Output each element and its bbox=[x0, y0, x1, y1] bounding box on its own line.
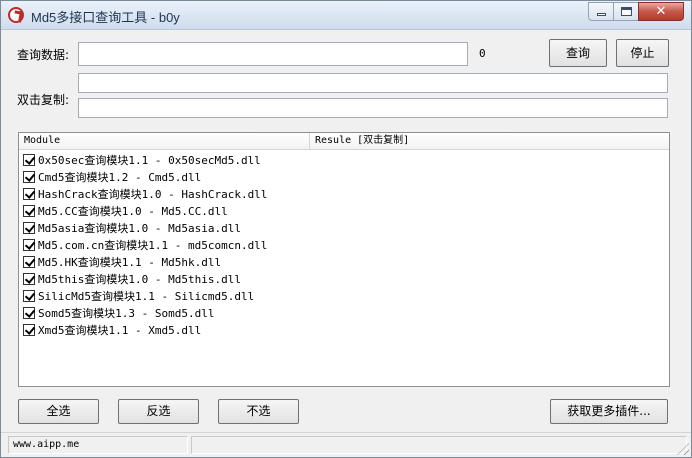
column-header-module[interactable]: Module bbox=[19, 133, 310, 150]
select-none-button[interactable]: 不选 bbox=[218, 399, 299, 424]
list-item-label: SilicMd5查询模块1.1 - Silicmd5.dll bbox=[38, 289, 255, 303]
checkbox-checked-icon[interactable] bbox=[23, 221, 35, 234]
checkbox-checked-icon[interactable] bbox=[23, 272, 35, 285]
status-bar: www.aipp.me bbox=[1, 432, 691, 457]
query-field[interactable] bbox=[78, 42, 468, 66]
list-item-label: Xmd5查询模块1.1 - Xmd5.dll bbox=[38, 323, 202, 337]
invert-selection-button[interactable]: 反选 bbox=[118, 399, 199, 424]
list-item-label: Cmd5查询模块1.2 - Cmd5.dll bbox=[38, 170, 202, 184]
title-bar[interactable]: Md5多接口查询工具 - b0y ✕ bbox=[1, 1, 691, 30]
list-item-label: 0x50sec查询模块1.1 - 0x50secMd5.dll bbox=[38, 153, 261, 167]
list-item[interactable]: SilicMd5查询模块1.1 - Silicmd5.dll bbox=[23, 287, 663, 304]
main-window: Md5多接口查询工具 - b0y ✕ 查询数据: 0 查询 停止 双击复制: M… bbox=[0, 0, 692, 458]
list-item-label: Md5.CC查询模块1.0 - Md5.CC.dll bbox=[38, 204, 228, 218]
checkbox-checked-icon[interactable] bbox=[23, 323, 35, 336]
copy-field-2[interactable] bbox=[78, 98, 668, 118]
list-item-label: Md5this查询模块1.0 - Md5this.dll bbox=[38, 272, 241, 286]
query-label: 查询数据: bbox=[17, 48, 70, 62]
copy-field-1[interactable] bbox=[78, 73, 668, 93]
close-button[interactable]: ✕ bbox=[638, 2, 684, 21]
stop-button[interactable]: 停止 bbox=[616, 39, 669, 67]
copy-input-1[interactable] bbox=[79, 74, 667, 92]
list-item[interactable]: Md5.com.cn查询模块1.1 - md5comcn.dll bbox=[23, 236, 663, 253]
list-item[interactable]: Somd5查询模块1.3 - Somd5.dll bbox=[23, 304, 663, 321]
status-pane-left: www.aipp.me bbox=[8, 436, 188, 454]
list-item-label: HashCrack查询模块1.0 - HashCrack.dll bbox=[38, 187, 268, 201]
list-item[interactable]: Xmd5查询模块1.1 - Xmd5.dll bbox=[23, 321, 663, 338]
list-item-label: Md5asia查询模块1.0 - Md5asia.dll bbox=[38, 221, 241, 235]
checkbox-checked-icon[interactable] bbox=[23, 204, 35, 217]
list-item[interactable]: Md5asia查询模块1.0 - Md5asia.dll bbox=[23, 219, 663, 236]
list-rows: 0x50sec查询模块1.1 - 0x50secMd5.dll Cmd5查询模块1… bbox=[23, 151, 663, 338]
list-item[interactable]: Md5.HK查询模块1.1 - Md5hk.dll bbox=[23, 253, 663, 270]
list-item-label: Md5.HK查询模块1.1 - Md5hk.dll bbox=[38, 255, 222, 269]
list-item-label: Somd5查询模块1.3 - Somd5.dll bbox=[38, 306, 215, 320]
query-input[interactable] bbox=[79, 43, 467, 65]
window-title: Md5多接口查询工具 - b0y bbox=[31, 10, 180, 25]
checkbox-checked-icon[interactable] bbox=[23, 238, 35, 251]
search-button[interactable]: 查询 bbox=[549, 39, 607, 67]
column-header-result[interactable]: Resule [双击复制] bbox=[310, 133, 669, 150]
maximize-icon bbox=[621, 7, 632, 16]
checkbox-checked-icon[interactable] bbox=[23, 306, 35, 319]
list-item[interactable]: HashCrack查询模块1.0 - HashCrack.dll bbox=[23, 185, 663, 202]
checkbox-checked-icon[interactable] bbox=[23, 153, 35, 166]
copy-input-2[interactable] bbox=[79, 99, 667, 117]
maximize-button[interactable] bbox=[613, 2, 639, 21]
copy-label: 双击复制: bbox=[17, 93, 70, 107]
list-item[interactable]: Md5.CC查询模块1.0 - Md5.CC.dll bbox=[23, 202, 663, 219]
select-all-button[interactable]: 全选 bbox=[18, 399, 99, 424]
module-list[interactable]: Module Resule [双击复制] 0x50sec查询模块1.1 - 0x… bbox=[18, 132, 670, 387]
minimize-icon bbox=[597, 13, 606, 16]
checkbox-checked-icon[interactable] bbox=[23, 289, 35, 302]
minimize-button[interactable] bbox=[588, 2, 614, 21]
result-count: 0 bbox=[479, 47, 486, 60]
list-item[interactable]: Md5this查询模块1.0 - Md5this.dll bbox=[23, 270, 663, 287]
checkbox-checked-icon[interactable] bbox=[23, 255, 35, 268]
checkbox-checked-icon[interactable] bbox=[23, 170, 35, 183]
status-pane-right bbox=[191, 436, 687, 454]
list-header: Module Resule [双击复制] bbox=[19, 133, 669, 150]
list-item[interactable]: 0x50sec查询模块1.1 - 0x50secMd5.dll bbox=[23, 151, 663, 168]
checkbox-checked-icon[interactable] bbox=[23, 187, 35, 200]
app-icon bbox=[8, 7, 24, 23]
list-item[interactable]: Cmd5查询模块1.2 - Cmd5.dll bbox=[23, 168, 663, 185]
list-item-label: Md5.com.cn查询模块1.1 - md5comcn.dll bbox=[38, 238, 268, 252]
close-icon: ✕ bbox=[655, 4, 667, 19]
more-plugins-button[interactable]: 获取更多插件... bbox=[550, 399, 668, 424]
